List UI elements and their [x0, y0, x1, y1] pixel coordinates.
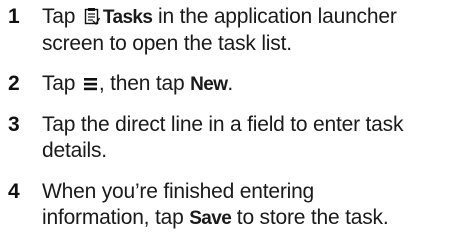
step-text: Tap the direct line in a field to enter … — [42, 112, 447, 164]
line-text: . — [227, 72, 234, 95]
step-text: When you’re finished entering informatio… — [42, 179, 447, 232]
tasks-icon — [84, 6, 101, 26]
step-line: Tap the direct line in a field to enter … — [42, 113, 404, 136]
step-line: screen to open the task list. — [42, 32, 292, 55]
step-line: details. — [42, 139, 107, 162]
step-line: Tap , then tap New. — [42, 71, 447, 98]
menu-icon — [83, 72, 97, 91]
save-keyword: Save — [189, 208, 232, 229]
step-text: Tap Tasks in the application launcher sc… — [42, 4, 447, 57]
step-number: 4 — [8, 180, 20, 203]
step-line: information, tap Save to store the task. — [42, 205, 447, 232]
line-text: Tap — [42, 72, 76, 95]
step-number: 1 — [8, 5, 20, 28]
step-number: 2 — [8, 72, 20, 95]
line-text: in the application launcher — [152, 5, 397, 28]
step-number: 3 — [8, 113, 20, 136]
tasks-keyword: Tasks — [102, 7, 153, 28]
step-text: Tap , then tap New. — [42, 71, 447, 98]
line-text: information, tap — [42, 206, 190, 229]
line-text: Tap — [42, 5, 76, 28]
line-text: to store the task. — [231, 206, 389, 229]
line-text: , then tap — [98, 72, 191, 95]
new-keyword: New — [190, 74, 228, 95]
step-line: Tap Tasks in the application launcher — [42, 4, 447, 31]
step-line: When you’re finished entering — [42, 180, 315, 203]
